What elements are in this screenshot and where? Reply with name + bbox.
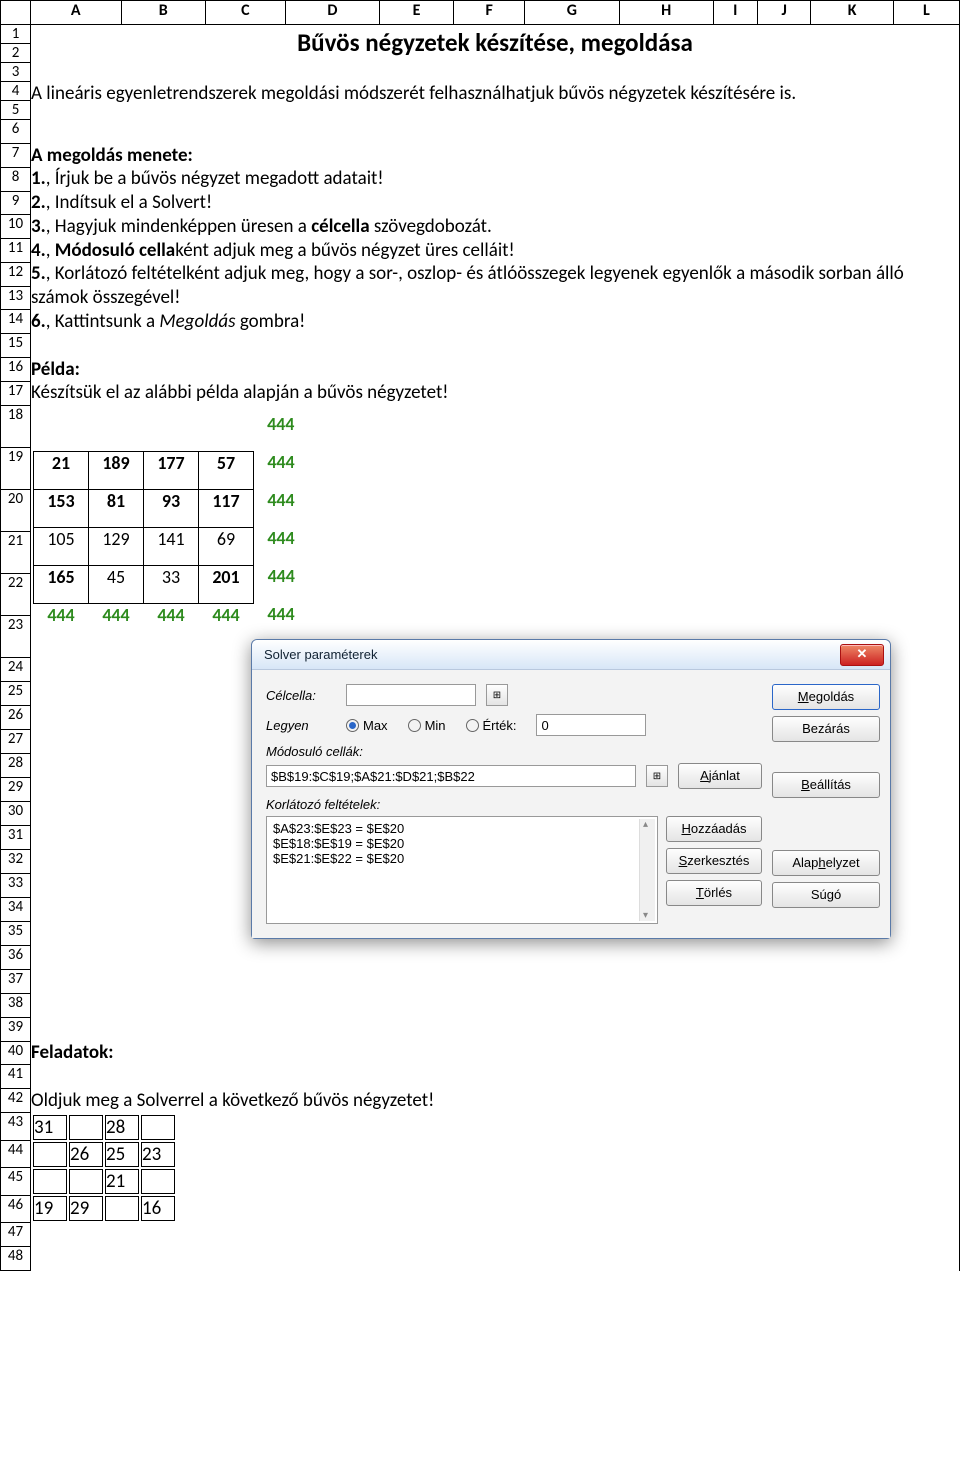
col-L: L: [893, 1, 959, 25]
col-F: F: [454, 1, 525, 25]
solver-title: Solver paraméterek: [264, 647, 377, 662]
radio-max[interactable]: Max: [346, 718, 388, 733]
constraint-item[interactable]: $E$21:$E$22 = $E$20: [273, 851, 651, 866]
radio-min[interactable]: Min: [408, 718, 446, 733]
radio-ertek[interactable]: Érték:: [466, 718, 517, 733]
megoldas-button[interactable]: Megoldás: [772, 684, 880, 710]
step-1: 1., Írjuk be a bűvös négyzet megadott ad…: [31, 167, 959, 191]
row-sum: 444: [254, 565, 309, 603]
korlatozo-label: Korlátozó feltételek:: [266, 797, 762, 812]
column-headers: A B C D E F G H I J K L: [1, 1, 960, 25]
magic-row: 105 129 141 69 444: [34, 527, 309, 565]
task-magic-square: 3128 262523 21 192916: [31, 1113, 177, 1223]
close-button[interactable]: ✕: [840, 644, 884, 666]
page-title: Bűvös négyzetek készítése, megoldása: [31, 25, 959, 62]
magic-row: 153 81 93 117 444: [34, 489, 309, 527]
col-B: B: [121, 1, 205, 25]
constraints-listbox[interactable]: $A$23:$E$23 = $E$20 $E$18:$E$19 = $E$20 …: [266, 816, 658, 924]
sugo-button[interactable]: Súgó: [772, 882, 880, 908]
col-I: I: [713, 1, 758, 25]
solver-dialog: Solver paraméterek ✕ Célcella: ⊞ Legyen …: [251, 639, 891, 939]
col-D: D: [285, 1, 379, 25]
diag-sum-top: 444: [254, 413, 309, 451]
beallitas-button[interactable]: Beállítás: [772, 772, 880, 798]
scrollbar[interactable]: [639, 819, 655, 921]
steps-header: A megoldás menete:: [31, 144, 959, 168]
step-2: 2., Indítsuk el a Solvert!: [31, 191, 959, 215]
magic-row: 165 45 33 201 444: [34, 565, 309, 603]
alaphelyzet-button[interactable]: Alaphelyzet: [772, 850, 880, 876]
row-sum: 444: [254, 527, 309, 565]
step-5: 5., Korlátozó feltételként adjuk meg, ho…: [31, 262, 959, 310]
modosulo-input[interactable]: [266, 765, 636, 787]
ajanlat-button[interactable]: Ajánlat: [678, 763, 762, 789]
step-4: 4., Módosuló cellaként adjuk meg a bűvös…: [31, 239, 959, 263]
magic-square: 444 21 189 177 57 444 153 81 93 117 444 …: [33, 413, 309, 641]
col-K: K: [811, 1, 894, 25]
spreadsheet-grid: A B C D E F G H I J K L 1 Bűvös négyzete…: [0, 0, 960, 1271]
modosulo-label: Módosuló cellák:: [266, 744, 762, 759]
constraint-item[interactable]: $A$23:$E$23 = $E$20: [273, 821, 651, 836]
col-C: C: [205, 1, 285, 25]
tasks-header: Feladatok:: [31, 1041, 959, 1065]
col-sums: 444 444 444 444 444: [34, 603, 309, 641]
row-sum: 444: [254, 489, 309, 527]
ref-picker-icon[interactable]: ⊞: [646, 765, 668, 787]
col-E: E: [379, 1, 454, 25]
tasks-text: Oldjuk meg a Solverrel a következő bűvös…: [31, 1089, 959, 1113]
celcella-input[interactable]: [346, 684, 476, 706]
ertek-input[interactable]: [536, 714, 646, 736]
ref-picker-icon[interactable]: ⊞: [486, 684, 508, 706]
szerkesztes-button[interactable]: Szerkesztés: [666, 848, 762, 874]
constraint-item[interactable]: $E$18:$E$19 = $E$20: [273, 836, 651, 851]
col-J: J: [758, 1, 811, 25]
col-A: A: [31, 1, 122, 25]
magic-row: 21 189 177 57 444: [34, 451, 309, 489]
col-G: G: [524, 1, 619, 25]
step-3: 3., Hagyjuk mindenképpen üresen a célcel…: [31, 215, 959, 239]
celcella-label: Célcella:: [266, 688, 336, 703]
step-6: 6., Kattintsunk a Megoldás gombra!: [31, 310, 959, 334]
col-H: H: [619, 1, 713, 25]
hozzaadas-button[interactable]: Hozzáadás: [666, 816, 762, 842]
torles-button[interactable]: Törlés: [666, 880, 762, 906]
legyen-label: Legyen: [266, 718, 336, 733]
example-label: Példa:: [31, 358, 959, 382]
row-sum: 444: [254, 451, 309, 489]
intro-text: A lineáris egyenletrendszerek megoldási …: [31, 82, 959, 106]
bezaras-button[interactable]: Bezárás: [772, 716, 880, 742]
solver-titlebar[interactable]: Solver paraméterek ✕: [252, 640, 890, 670]
example-text: Készítsük el az alábbi példa alapján a b…: [31, 381, 959, 405]
